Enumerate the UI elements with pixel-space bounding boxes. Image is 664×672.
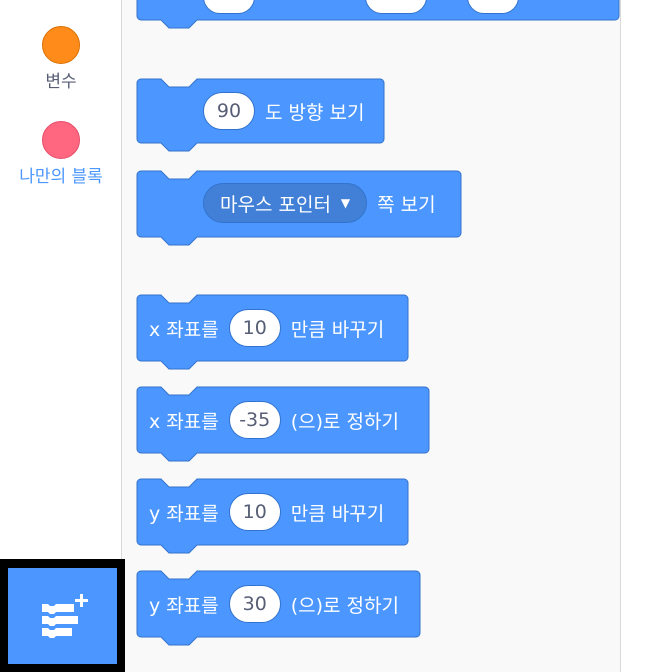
direction-input[interactable]: 90 (203, 92, 255, 130)
block-content: 마우스 포인터 ▼ 쪽 보기 (203, 183, 436, 223)
y-value-input[interactable]: 30 (228, 585, 281, 623)
add-extension-button[interactable] (8, 568, 117, 664)
chevron-down-icon: ▼ (340, 196, 351, 210)
category-variables[interactable]: 변수 (0, 26, 122, 92)
variables-category-dot (42, 26, 80, 64)
block-prefix: y 좌표를 (149, 594, 219, 617)
block-palette-view: 변수 나만의 블록 90 도 방향 보기 마우스 포인터 ▼ 쪽 보기 x 좌표… (0, 0, 664, 672)
block-content: y 좌표를 10 만큼 바꾸기 (149, 492, 384, 532)
workspace-edge (620, 0, 664, 672)
add-extension-icon (42, 594, 88, 638)
block-suffix: (으)로 정하기 (290, 410, 399, 433)
extension-button-highlight (0, 559, 125, 672)
block-suffix: (으)로 정하기 (290, 594, 399, 617)
block-prefix: x 좌표를 (149, 410, 219, 433)
y-change-input[interactable]: 10 (228, 493, 281, 531)
block-content: x 좌표를 -35 (으)로 정하기 (149, 400, 399, 440)
block-content: y 좌표를 30 (으)로 정하기 (149, 584, 399, 624)
my-blocks-category-dot (42, 121, 80, 159)
x-change-input[interactable]: 10 (228, 309, 281, 347)
block-text: 도 방향 보기 (265, 101, 365, 124)
block-prefix: y 좌표를 (149, 502, 219, 525)
category-my-blocks[interactable]: 나만의 블록 (0, 121, 122, 187)
category-label: 변수 (45, 72, 77, 92)
x-value-input[interactable]: -35 (228, 401, 281, 439)
block-text: 쪽 보기 (377, 193, 436, 216)
block-prefix: x 좌표를 (149, 318, 219, 341)
category-label: 나만의 블록 (19, 167, 103, 187)
target-dropdown[interactable]: 마우스 포인터 ▼ (203, 183, 368, 223)
block-content: x 좌표를 10 만큼 바꾸기 (149, 308, 384, 348)
number-input[interactable] (365, 0, 427, 14)
dropdown-value: 마우스 포인터 (220, 193, 331, 216)
block-content: 90 도 방향 보기 (203, 91, 364, 131)
block-suffix: 만큼 바꾸기 (290, 502, 385, 525)
block-suffix: 만큼 바꾸기 (290, 318, 385, 341)
